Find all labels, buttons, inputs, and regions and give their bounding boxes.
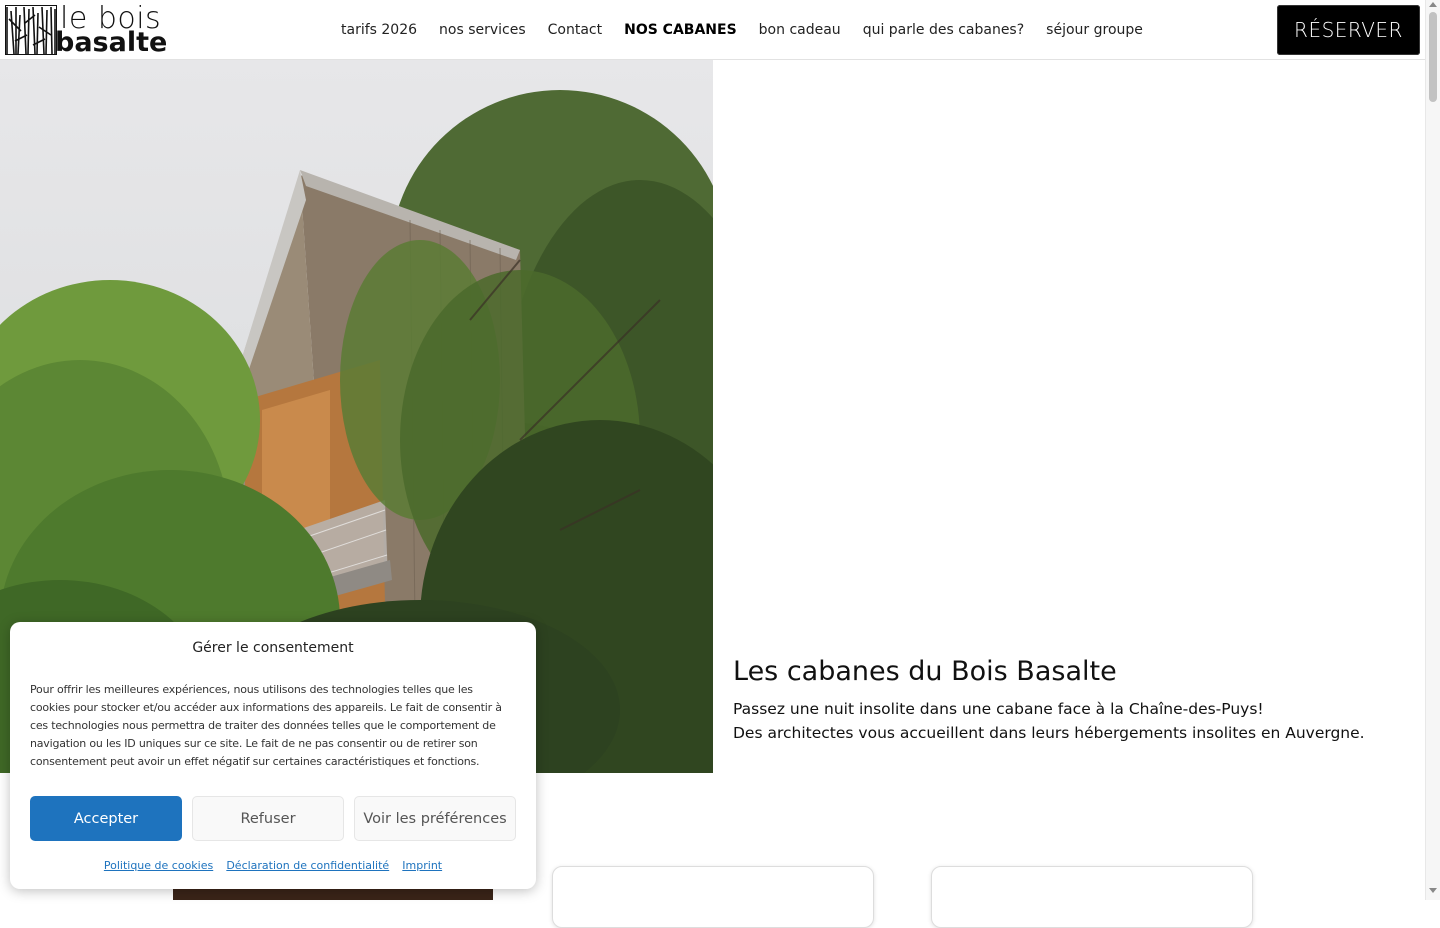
- main-nav: tarifs 2026 nos services Contact NOS CAB…: [341, 20, 1165, 40]
- page-scrollbar[interactable]: [1425, 0, 1440, 900]
- refuse-button[interactable]: Refuser: [192, 796, 344, 841]
- nav-item-bon-cadeau[interactable]: bon cadeau: [759, 20, 841, 40]
- logo-text-line2: basalte: [55, 27, 168, 58]
- accept-button[interactable]: Accepter: [30, 796, 182, 841]
- logo-trees-icon: [5, 5, 57, 55]
- scroll-up-icon[interactable]: [1429, 2, 1437, 7]
- consent-title: Gérer le consentement: [192, 640, 354, 656]
- consent-text: Pour offrir les meilleures expériences, …: [30, 683, 502, 768]
- nav-item-press[interactable]: qui parle des cabanes?: [863, 20, 1024, 40]
- cabin-card[interactable]: [931, 866, 1253, 928]
- page-title: Les cabanes du Bois Basalte: [733, 656, 1117, 687]
- cookie-policy-link[interactable]: Politique de cookies: [104, 859, 213, 872]
- hero-description-line2: Des architectes vous accueillent dans le…: [733, 724, 1365, 742]
- site-header: le bois basalte tarifs 2026 nos services…: [0, 0, 1425, 60]
- scroll-down-icon[interactable]: [1429, 888, 1437, 893]
- consent-links: Politique de cookies Déclaration de conf…: [10, 854, 536, 873]
- nav-item-cabanes[interactable]: NOS CABANES: [624, 20, 737, 40]
- cookie-consent-dialog: Gérer le consentement Pour offrir les me…: [10, 622, 536, 889]
- preferences-button[interactable]: Voir les préférences: [354, 796, 516, 841]
- reserve-button[interactable]: RÉSERVER: [1277, 5, 1420, 55]
- nav-item-sejour-groupe[interactable]: séjour groupe: [1046, 20, 1143, 40]
- imprint-link[interactable]: Imprint: [402, 859, 442, 872]
- nav-item-services[interactable]: nos services: [439, 20, 526, 40]
- hero-description-line1: Passez une nuit insolite dans une cabane…: [733, 700, 1264, 718]
- logo[interactable]: le bois basalte: [5, 1, 167, 58]
- privacy-statement-link[interactable]: Déclaration de confidentialité: [226, 859, 389, 872]
- nav-item-contact[interactable]: Contact: [548, 20, 602, 40]
- scroll-thumb[interactable]: [1429, 12, 1437, 102]
- nav-item-tarifs[interactable]: tarifs 2026: [341, 20, 417, 40]
- cabin-card[interactable]: [552, 866, 874, 928]
